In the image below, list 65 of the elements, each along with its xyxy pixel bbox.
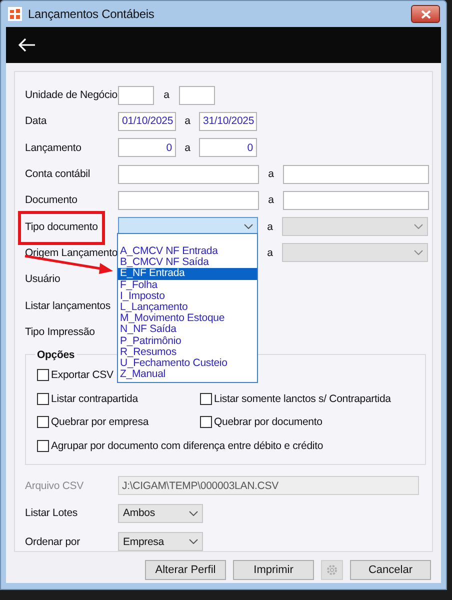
- checkbox[interactable]: Quebrar por documento: [200, 416, 322, 428]
- checkbox[interactable]: Listar somente lanctos s/ Contrapartida: [200, 392, 391, 404]
- input-field[interactable]: [283, 164, 429, 184]
- input-field[interactable]: 0: [118, 138, 176, 158]
- input-field[interactable]: [283, 190, 429, 210]
- back-arrow-icon[interactable]: [18, 38, 36, 52]
- field-label: Usuário: [25, 273, 62, 286]
- field-label: Data: [25, 115, 48, 128]
- field-label: Listar lançamentos: [25, 300, 112, 312]
- range-separator: a: [184, 142, 192, 154]
- checkbox[interactable]: Exportar CSV: [37, 368, 114, 381]
- input-field[interactable]: [118, 190, 259, 210]
- close-button[interactable]: [411, 5, 440, 23]
- range-separator: a: [266, 246, 274, 259]
- dialog-button[interactable]: Alterar Perfil: [145, 560, 226, 580]
- dropdown[interactable]: Ambos: [118, 504, 203, 523]
- input-field[interactable]: [179, 86, 215, 105]
- settings-icon: [326, 564, 338, 576]
- dropdown-caret-icon: [189, 539, 198, 544]
- field-label: Tipo documento: [25, 220, 118, 233]
- range-separator: a: [267, 194, 275, 206]
- list-item[interactable]: L_Lançamento: [118, 302, 257, 314]
- dropdown-caret-icon: [414, 250, 423, 256]
- field-label: Origem Lançamento: [25, 246, 118, 259]
- input-field[interactable]: 01/10/2025: [118, 112, 176, 131]
- close-icon: [420, 10, 430, 18]
- list-item[interactable]: P_Patrimônio: [118, 336, 257, 347]
- list-item[interactable]: M_Movimento Estoque: [118, 313, 257, 324]
- group-title: Opções: [36, 348, 76, 361]
- input-field[interactable]: [118, 86, 154, 105]
- input-field[interactable]: 31/10/2025: [199, 112, 257, 131]
- list-item[interactable]: N_NF Saída: [118, 324, 257, 336]
- dropdown-caret-icon: [189, 510, 198, 516]
- input-field[interactable]: 0: [199, 138, 257, 158]
- checkbox[interactable]: Agrupar por documento com diferença entre débito e crédito: [37, 440, 324, 452]
- dropdown[interactable]: Empresa: [118, 532, 203, 552]
- input-field[interactable]: [118, 164, 259, 184]
- range-separator: a: [162, 89, 170, 102]
- field-label: Conta contábil: [25, 168, 92, 180]
- list-item[interactable]: A_CMCV NF Entrada: [118, 246, 257, 258]
- field-label: Lançamento: [25, 142, 82, 154]
- range-separator: a: [266, 220, 274, 233]
- app-icon: [8, 7, 22, 21]
- dropdown-caret-icon: [414, 224, 423, 230]
- field-label: Unidade de Negócio: [25, 89, 118, 102]
- field-label: Ordenar por: [25, 536, 81, 548]
- list-item[interactable]: U_Fechamento Custeio: [118, 358, 257, 370]
- range-separator: a: [267, 168, 275, 180]
- window-title: Lançamentos Contábeis: [28, 7, 156, 21]
- dialog-button[interactable]: Cancelar: [350, 560, 431, 580]
- list-item[interactable]: Z_Manual: [118, 369, 257, 380]
- list-item[interactable]: F_Folha: [118, 280, 257, 291]
- list-item[interactable]: I_Imposto: [118, 290, 257, 302]
- checkbox[interactable]: Listar contrapartida: [37, 392, 138, 404]
- dialog-button[interactable]: Imprimir: [233, 560, 314, 580]
- field-label: Listar Lotes: [25, 507, 78, 520]
- field-label: Documento: [25, 194, 78, 206]
- range-separator: a: [184, 115, 192, 128]
- list-item[interactable]: E_NF Entrada: [118, 268, 257, 280]
- dropdown-caret-icon: [244, 224, 253, 230]
- field-label: Tipo Impressão: [25, 326, 96, 338]
- list-item[interactable]: B_CMCV NF Saída: [118, 257, 257, 268]
- checkbox[interactable]: Quebrar por empresa: [37, 416, 149, 428]
- list-item[interactable]: R_Resumos: [118, 346, 257, 358]
- field-label: Arquivo CSV: [25, 480, 84, 492]
